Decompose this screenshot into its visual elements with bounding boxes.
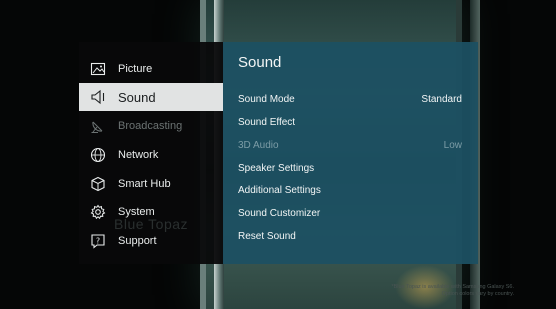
setting-sound-effect[interactable]: Sound Effect [223, 112, 478, 132]
picture-icon [90, 61, 106, 77]
setting-label: Sound Mode [238, 93, 295, 105]
setting-label: Speaker Settings [238, 162, 315, 174]
svg-text:?: ? [96, 236, 100, 245]
menu-item-label: Broadcasting [118, 120, 183, 132]
disclaimer: *Blue Topaz is available with Samsung Ga… [294, 284, 515, 298]
satellite-dish-icon [90, 118, 106, 134]
menu-item-smart-hub[interactable]: Smart Hub [79, 170, 223, 198]
menu-item-label: Network [118, 149, 159, 161]
help-icon: ? [90, 233, 106, 249]
disclaimer-line-2: Option colors vary by country. [441, 291, 514, 297]
setting-value: Standard [421, 93, 462, 105]
globe-icon [90, 147, 106, 163]
setting-label: Reset Sound [238, 230, 296, 242]
setting-label: Sound Effect [238, 116, 296, 128]
disclaimer-line-1: *Blue Topaz is available with Samsung Ga… [391, 284, 515, 290]
menu-item-broadcasting[interactable]: Broadcasting [79, 112, 223, 140]
cube-icon [90, 176, 106, 192]
setting-label: Additional Settings [238, 184, 321, 196]
menu-item-label: Sound [118, 89, 156, 105]
setting-sound-customizer[interactable]: Sound Customizer [223, 203, 478, 223]
menu-item-network[interactable]: Network [79, 141, 223, 169]
setting-additional-settings[interactable]: Additional Settings [223, 180, 478, 200]
setting-label: Sound Customizer [238, 207, 321, 219]
speaker-icon [90, 89, 106, 105]
menu-item-label: Picture [118, 63, 153, 75]
setting-speaker-settings[interactable]: Speaker Settings [223, 158, 478, 178]
watermark-text: Blue Topaz [114, 216, 189, 232]
setting-sound-mode[interactable]: Sound Mode Standard [223, 89, 478, 109]
menu-item-label: Smart Hub [118, 178, 171, 190]
menu-item-picture[interactable]: Picture [79, 55, 223, 83]
setting-value: Low [443, 139, 462, 151]
setting-label: 3D Audio [238, 139, 279, 151]
menu-item-sound[interactable]: Sound [79, 83, 223, 111]
gear-icon [90, 204, 106, 220]
sound-settings-panel: Sound Sound Mode Standard Sound Effect 3… [223, 42, 478, 264]
setting-reset-sound[interactable]: Reset Sound [223, 226, 478, 246]
setting-3d-audio[interactable]: 3D Audio Low [223, 135, 478, 155]
menu-item-label: Support [118, 235, 157, 247]
panel-title: Sound [238, 54, 282, 71]
